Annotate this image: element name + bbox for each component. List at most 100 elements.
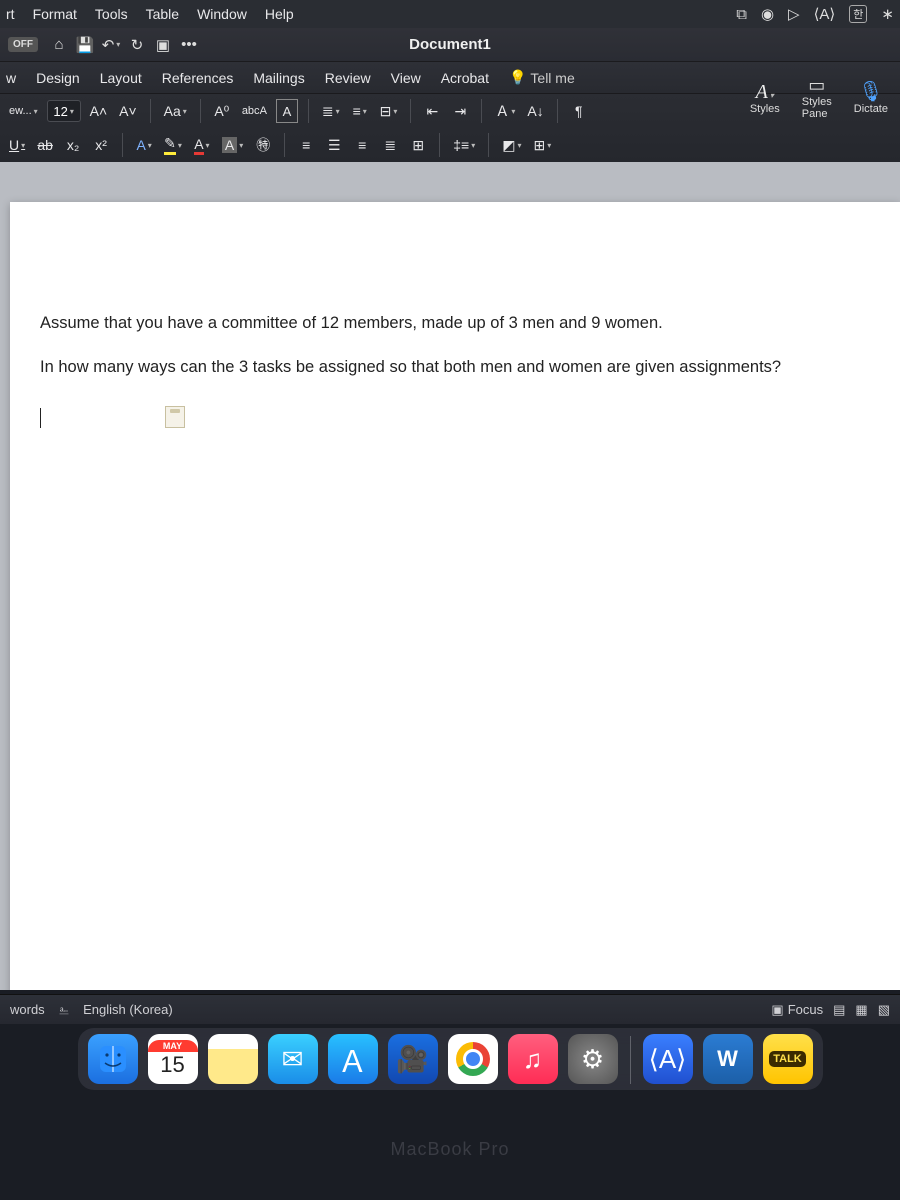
bluetooth-icon[interactable]: ∗ — [881, 5, 894, 23]
wifi-icon[interactable]: ◉ — [761, 5, 774, 23]
dictate-button[interactable]: 🎙 Dictate — [848, 81, 894, 115]
dock-translate-icon[interactable]: ⟨A⟩ — [643, 1034, 693, 1084]
change-case-button[interactable]: Aa — [161, 99, 190, 123]
text-effects-button[interactable]: A — [133, 133, 155, 157]
styles-label: Styles — [750, 103, 780, 115]
tab-review[interactable]: Review — [325, 70, 371, 86]
focus-mode-button[interactable]: ▣ Focus — [771, 1002, 823, 1018]
dock-facetime-icon[interactable]: 🎥 — [388, 1034, 438, 1084]
dock-settings-icon[interactable]: ⚙ — [568, 1034, 618, 1084]
menu-table[interactable]: Table — [146, 6, 179, 22]
decrease-indent-button[interactable]: ⇤ — [421, 99, 443, 123]
web-layout-icon[interactable]: ▧ — [878, 1002, 890, 1018]
autosave-toggle[interactable]: OFF — [8, 37, 38, 52]
tab-references[interactable]: References — [162, 70, 234, 86]
dock-finder-icon[interactable] — [88, 1034, 138, 1084]
dock-word-icon[interactable]: W — [703, 1034, 753, 1084]
numbering-button[interactable]: ≡ — [349, 99, 371, 123]
focus-label: Focus — [788, 1002, 823, 1017]
grow-font-button[interactable]: A˄ — [87, 99, 111, 123]
tab-view[interactable]: View — [391, 70, 421, 86]
menu-help[interactable]: Help — [265, 6, 294, 22]
translate-icon[interactable]: ⟨A⟩ — [814, 5, 836, 23]
tab-layout[interactable]: Layout — [100, 70, 142, 86]
print-icon[interactable]: ▣ — [152, 34, 174, 56]
more-icon[interactable]: ••• — [178, 34, 200, 56]
align-right-button[interactable]: ≡ — [351, 133, 373, 157]
tab-w[interactable]: w — [6, 70, 16, 86]
highlight-button[interactable]: ✎ — [161, 133, 185, 157]
print-layout-icon[interactable]: ▦ — [855, 1002, 867, 1018]
redo-icon[interactable]: ↻ — [126, 34, 148, 56]
separator — [439, 133, 440, 157]
paragraph-marks-button[interactable]: ¶ — [568, 99, 590, 123]
clear-format-button[interactable]: A⁰ — [211, 99, 233, 123]
undo-icon[interactable]: ↶ — [100, 34, 122, 56]
paste-options-icon[interactable] — [165, 406, 185, 428]
tab-acrobat[interactable]: Acrobat — [441, 70, 489, 86]
align-distribute-button[interactable]: ⊞ — [407, 133, 429, 157]
align-center-button[interactable]: ☰ — [323, 133, 345, 157]
dock-notes-icon[interactable] — [208, 1034, 258, 1084]
document-page[interactable]: Assume that you have a committee of 12 m… — [10, 202, 900, 990]
dock-appstore-icon[interactable]: Ａ — [328, 1034, 378, 1084]
menu-format[interactable]: Format — [33, 6, 77, 22]
char-border-button[interactable]: A — [276, 99, 298, 123]
separator — [481, 99, 482, 123]
read-mode-icon[interactable]: ▤ — [833, 1002, 845, 1018]
ime-icon[interactable]: 한 — [849, 5, 867, 23]
phonetic-guide-button[interactable]: abcA — [239, 99, 270, 123]
word-letter: W — [717, 1046, 738, 1072]
dock-chrome-icon[interactable] — [448, 1034, 498, 1084]
dock-calendar-icon[interactable]: MAY15 — [148, 1034, 198, 1084]
shading-button[interactable]: ◩ — [499, 133, 524, 157]
subscript-button[interactable]: x₂ — [62, 133, 84, 157]
char-shading-button[interactable]: A — [219, 133, 246, 157]
save-icon[interactable]: 💾 — [74, 34, 96, 56]
play-icon[interactable]: ▷ — [788, 5, 800, 23]
word-count[interactable]: words — [10, 1002, 45, 1017]
borders-button[interactable]: ⊞ — [530, 133, 554, 157]
font-size-input[interactable]: 12 — [47, 100, 81, 122]
status-bar: words ⎁ English (Korea) ▣ Focus ▤ ▦ ▧ — [0, 994, 900, 1024]
separator — [410, 99, 411, 123]
font-family-dropdown[interactable]: ew... — [6, 99, 41, 123]
line-spacing-button[interactable]: ‡≡ — [450, 133, 478, 157]
asian-layout-button[interactable]: Ａ — [492, 99, 518, 123]
multilevel-button[interactable]: ⊟ — [377, 99, 401, 123]
dock-mail-icon[interactable]: ✉ — [268, 1034, 318, 1084]
styles-gallery[interactable]: A Styles — [744, 81, 786, 115]
shrink-font-button[interactable]: A˅ — [116, 99, 140, 123]
styles-pane-button[interactable]: ▭ Styles Pane — [796, 76, 838, 120]
menu-tools[interactable]: Tools — [95, 6, 128, 22]
underline-button[interactable]: U — [6, 133, 28, 157]
home-icon[interactable]: ⌂ — [48, 34, 70, 56]
styles-pane-icon: ▭ — [808, 76, 825, 96]
align-left-button[interactable]: ≡ — [295, 133, 317, 157]
dock-kakaotalk-icon[interactable]: TALK — [763, 1034, 813, 1084]
font-color-button[interactable]: A — [191, 133, 213, 157]
increase-indent-button[interactable]: ⇥ — [449, 99, 471, 123]
spellcheck-icon[interactable]: ⎁ — [59, 1002, 69, 1018]
strike-button[interactable]: ab — [34, 133, 56, 157]
sort-button[interactable]: A↓ — [524, 99, 546, 123]
menu-window[interactable]: Window — [197, 6, 247, 22]
separator — [200, 99, 201, 123]
superscript-button[interactable]: x² — [90, 133, 112, 157]
menu-rt[interactable]: rt — [6, 6, 15, 22]
paragraph-1[interactable]: Assume that you have a committee of 12 m… — [40, 312, 870, 336]
tell-me-search[interactable]: 💡 Tell me — [509, 69, 575, 86]
calendar-month: MAY — [148, 1040, 198, 1052]
bullets-button[interactable]: ≣ — [319, 99, 343, 123]
language-indicator[interactable]: English (Korea) — [83, 1002, 173, 1017]
paragraph-2[interactable]: In how many ways can the 3 tasks be assi… — [40, 356, 870, 380]
tab-mailings[interactable]: Mailings — [253, 70, 304, 86]
dropbox-icon[interactable]: ⧉ — [736, 6, 747, 23]
styles-pane-label: Styles Pane — [802, 96, 832, 120]
tab-design[interactable]: Design — [36, 70, 80, 86]
enclose-char-button[interactable]: ㊕ — [252, 133, 274, 157]
dock-separator — [630, 1036, 631, 1084]
align-justify-button[interactable]: ≣ — [379, 133, 401, 157]
document-viewport[interactable]: Assume that you have a committee of 12 m… — [0, 162, 900, 990]
dock-music-icon[interactable]: ♫ — [508, 1034, 558, 1084]
